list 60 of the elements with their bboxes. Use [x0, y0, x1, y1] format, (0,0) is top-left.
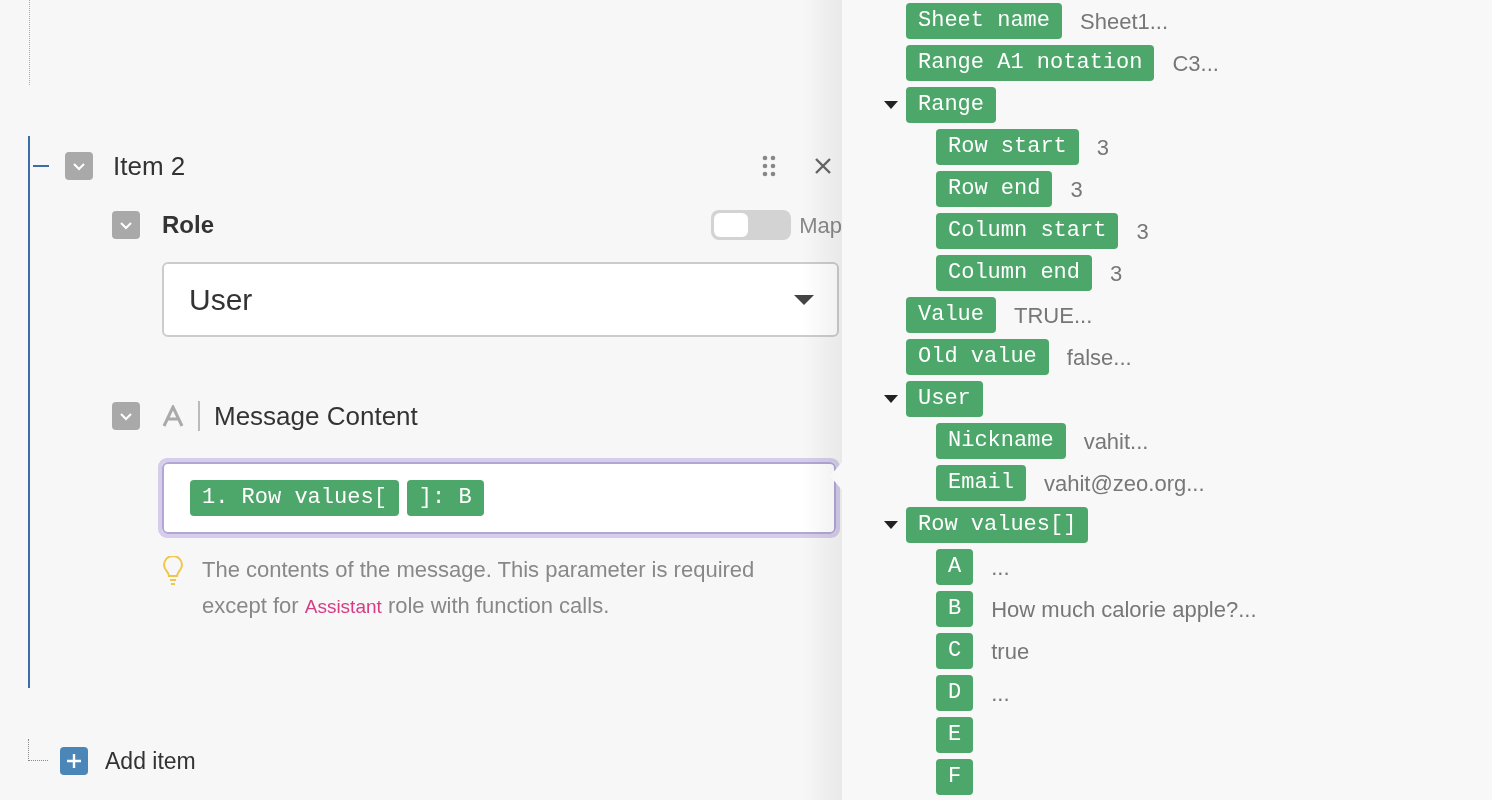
- variable-token[interactable]: Range: [906, 87, 996, 123]
- variable-value: 3: [1136, 217, 1149, 246]
- variable-token[interactable]: Old value: [906, 339, 1049, 375]
- variable-value: vahit@zeo.org...: [1044, 469, 1205, 498]
- close-icon[interactable]: [814, 157, 832, 175]
- map-toggle[interactable]: [711, 210, 792, 240]
- variable-token[interactable]: Row start: [936, 129, 1079, 165]
- variable-token[interactable]: E: [936, 717, 974, 753]
- variable-token[interactable]: Sheet name: [906, 3, 1063, 39]
- text-type-icon: [162, 405, 184, 427]
- drag-handle-icon[interactable]: [762, 155, 776, 177]
- variable-token[interactable]: C: [936, 633, 974, 669]
- variable-value: true: [991, 637, 1030, 666]
- collapse-button[interactable]: [65, 152, 93, 180]
- variable-value: 3: [1096, 133, 1110, 162]
- variable-value: 3: [1070, 175, 1083, 204]
- item-title: Item 2: [113, 149, 186, 183]
- variable-value: false...: [1066, 343, 1132, 372]
- variable-token[interactable]: Row values[]: [906, 507, 1089, 543]
- lightbulb-icon: [162, 556, 184, 586]
- variable-token[interactable]: Email: [936, 465, 1026, 501]
- variable-token[interactable]: Nickname: [936, 423, 1066, 459]
- field-label: Message Content: [214, 399, 418, 433]
- field-label: Role: [162, 210, 214, 240]
- caret-icon[interactable]: [884, 521, 898, 529]
- variable-token[interactable]: Row end: [936, 171, 1053, 207]
- variable-token[interactable]: Value: [906, 297, 996, 333]
- variable-value: TRUE...: [1014, 301, 1093, 330]
- toggle-label: Map: [799, 211, 842, 240]
- plus-icon: [66, 753, 82, 770]
- collapse-button[interactable]: [112, 402, 140, 430]
- add-button[interactable]: [60, 747, 88, 776]
- chevron-down-icon: [119, 411, 133, 421]
- variable-token[interactable]: B: [936, 591, 974, 627]
- chevron-down-icon: [119, 220, 133, 230]
- variable-token[interactable]: 1. Row values[: [190, 480, 399, 516]
- variable-token[interactable]: User: [906, 381, 983, 417]
- variable-value: Sheet1...: [1080, 7, 1169, 36]
- collapse-button[interactable]: [112, 211, 140, 239]
- variable-token[interactable]: ]: B: [406, 480, 484, 516]
- variable-token[interactable]: A: [936, 549, 974, 585]
- variable-value: ...: [991, 679, 1010, 708]
- variable-value: vahit...: [1083, 427, 1149, 456]
- hint-text: The contents of the message. This parameter is required except for Assistant role with function calls.: [202, 556, 756, 620]
- message-input-field[interactable]: 1. Row values[ ]: B: [162, 462, 836, 534]
- variable-value: C3...: [1172, 49, 1219, 78]
- caret-icon[interactable]: [884, 395, 898, 403]
- variable-value: ...: [991, 553, 1010, 582]
- variable-value: How much calorie apple?...: [991, 595, 1257, 624]
- variable-token[interactable]: Column end: [936, 255, 1093, 291]
- caret-icon[interactable]: [884, 101, 898, 109]
- variable-value: 3: [1110, 259, 1123, 288]
- dropdown-caret-icon: [793, 293, 815, 306]
- add-item-label: Add item: [105, 747, 196, 776]
- variable-token[interactable]: D: [936, 675, 974, 711]
- role-select[interactable]: User: [162, 262, 839, 337]
- variable-token[interactable]: F: [936, 759, 974, 795]
- chevron-down-icon: [72, 161, 86, 171]
- variable-token[interactable]: Range A1 notation: [906, 45, 1155, 81]
- variable-token[interactable]: Column start: [936, 213, 1119, 249]
